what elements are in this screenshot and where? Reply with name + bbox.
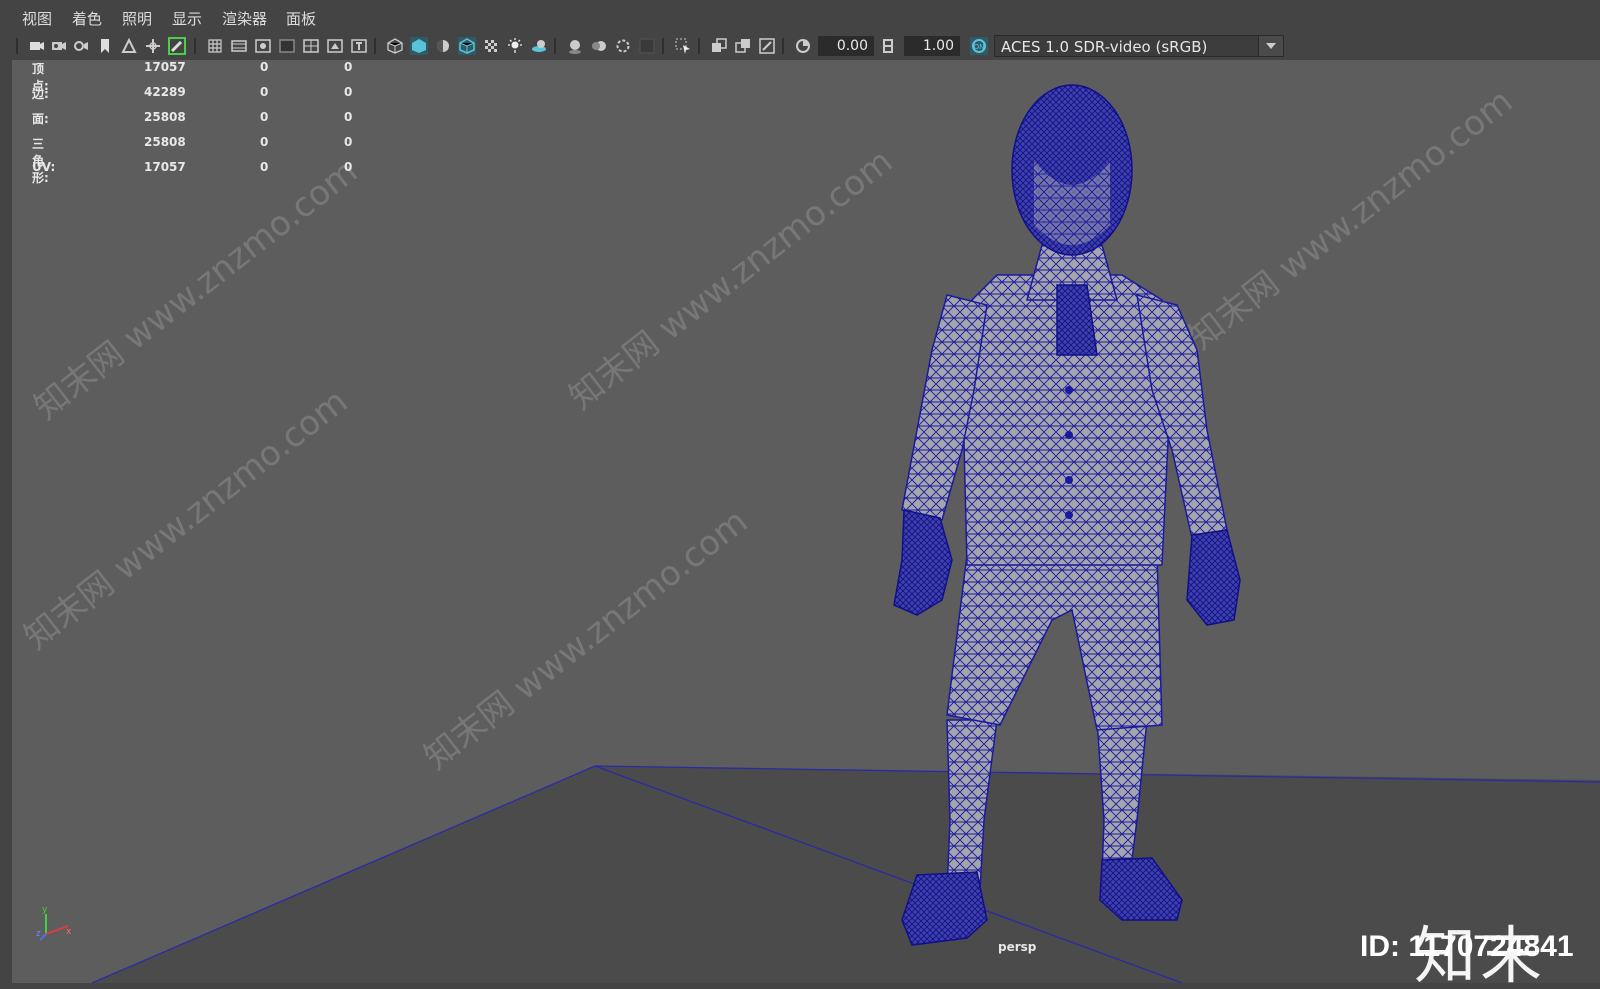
depth-of-field-icon[interactable] [638,37,656,55]
menu-lighting[interactable]: 照明 [122,8,152,29]
gamma-icon[interactable] [880,37,898,55]
toolbar-separator [698,38,700,54]
motion-blur-icon[interactable] [590,37,608,55]
resolution-gate-icon[interactable] [254,37,272,55]
smooth-shade-icon[interactable] [410,37,428,55]
hud-value: 42289 [144,85,186,99]
hud-value: 25808 [144,135,186,149]
view-transform-dropdown[interactable]: ACES 1.0 SDR-video (sRGB) [994,35,1284,57]
2d-pan-zoom-icon[interactable] [144,37,162,55]
menu-panels[interactable]: 面板 [286,8,316,29]
hud-other: 0 [344,135,353,149]
screen-space-ao-icon[interactable] [566,37,584,55]
gamma-field[interactable]: 1.00 [904,36,960,56]
maya-viewport-window: 视图 着色 照明 显示 渲染器 面板 0.00 1.00 ON ACES 1.0… [0,0,1600,989]
menu-renderer[interactable]: 渲染器 [222,8,267,29]
wireframe-mode-icon[interactable] [386,37,404,55]
textured-icon[interactable] [482,37,500,55]
safe-action-icon[interactable] [326,37,344,55]
grid-icon[interactable] [206,37,224,55]
use-all-lights-icon[interactable] [506,37,524,55]
default-material-icon[interactable] [434,37,452,55]
hud-selected: 0 [260,160,269,174]
exposure-field[interactable]: 0.00 [818,36,874,56]
toolbar-separator [782,38,784,54]
hud-other: 0 [344,85,353,99]
wireframe-on-shaded-icon[interactable] [458,37,476,55]
toolbar-separator [374,38,376,54]
axis-z-label: z [36,929,41,939]
hud-selected: 0 [260,110,269,124]
hud-selected: 0 [260,135,269,149]
hud-other: 0 [344,110,353,124]
view-axis-gizmo: y z x [36,905,72,941]
camera-attributes-icon[interactable] [50,37,68,55]
anti-aliasing-icon[interactable] [614,37,632,55]
exposure-icon[interactable] [794,37,812,55]
hud-other: 0 [344,60,353,74]
axis-y-label: y [42,905,48,915]
camera-bookmark-icon[interactable] [72,37,90,55]
toolbar-separator [194,38,196,54]
xray-active-components-icon[interactable] [734,37,752,55]
hud-selected: 0 [260,60,269,74]
hud-value: 25808 [144,110,186,124]
grease-pencil-icon[interactable] [168,37,186,55]
film-gate-icon[interactable] [230,37,248,55]
toolbar-separator [662,38,664,54]
hud-value: 17057 [144,60,186,74]
hud-label: UV: [32,160,56,174]
menu-view[interactable]: 视图 [22,8,52,29]
hud-label: 边: [32,87,49,101]
camera-name-label: persp [998,940,1037,954]
shadows-icon[interactable] [530,37,548,55]
svg-text:ON: ON [974,43,985,51]
safe-title-icon[interactable] [350,37,368,55]
camera-select-icon[interactable] [28,37,46,55]
hud-value: 17057 [144,160,186,174]
color-management-toggle-icon[interactable]: ON [970,37,988,55]
panel-menu-bar: 视图 着色 照明 显示 渲染器 面板 [12,0,1600,32]
isolate-select-icon[interactable] [674,37,692,55]
xray-icon[interactable] [710,37,728,55]
toolbar-separator [16,38,18,54]
bookmark-icon[interactable] [96,37,114,55]
field-chart-icon[interactable] [302,37,320,55]
hud-label: 面: [32,112,49,126]
axis-x-label: x [66,927,72,937]
hud-selected: 0 [260,85,269,99]
panel-toolbar: 0.00 1.00 ON ACES 1.0 SDR-video (sRGB) [12,32,1600,61]
xray-joints-icon[interactable] [758,37,776,55]
toolbar-separator [554,38,556,54]
view-transform-label: ACES 1.0 SDR-video (sRGB) [1001,38,1208,56]
menu-shading[interactable]: 着色 [72,8,102,29]
chevron-down-icon[interactable] [1258,36,1283,56]
menu-show[interactable]: 显示 [172,8,202,29]
3d-viewport[interactable]: y z x 顶点: 17057 0 0 边: 42289 0 0 面: 2580… [12,60,1600,983]
window-frame-bottom [0,983,1600,989]
image-plane-icon[interactable] [120,37,138,55]
gate-mask-icon[interactable] [278,37,296,55]
brand-id-label: ID: 1170724841 [1360,930,1574,963]
